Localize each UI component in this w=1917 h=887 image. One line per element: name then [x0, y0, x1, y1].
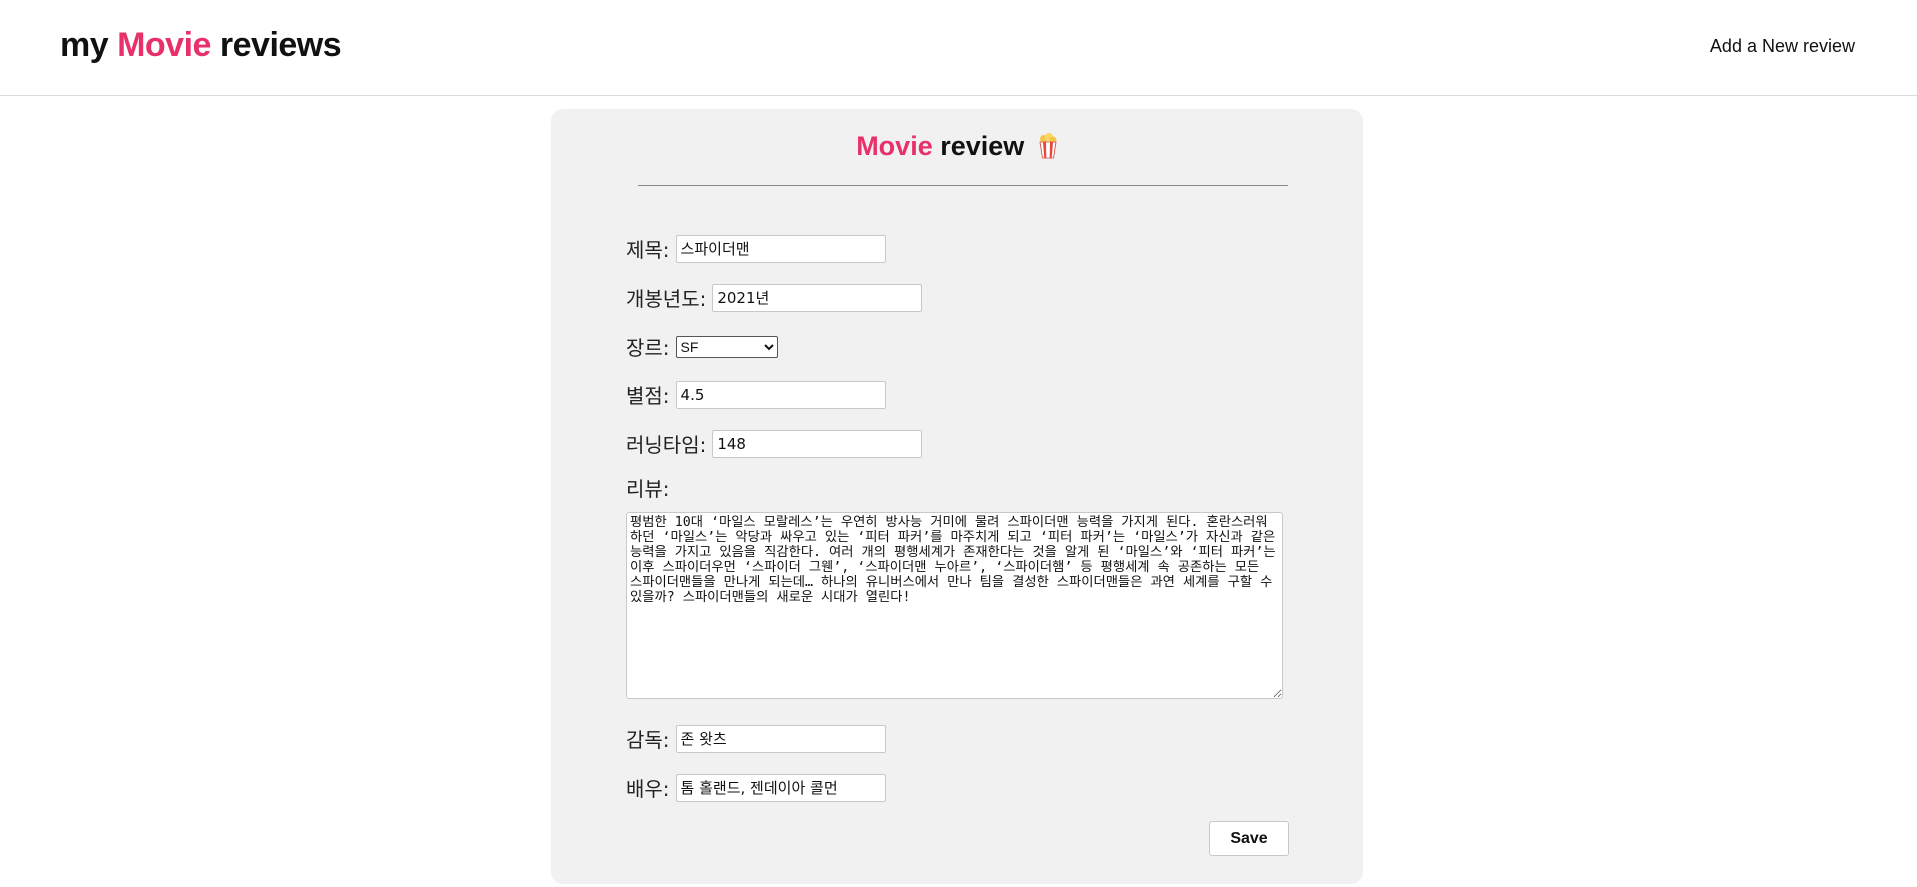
site-logo[interactable]: my Movie reviews [60, 26, 342, 65]
save-button[interactable]: Save [1209, 821, 1289, 856]
genre-select[interactable]: SF [675, 335, 778, 358]
genre-row: 장르: SF [626, 332, 778, 361]
card-title-rest: review [940, 131, 1025, 161]
popcorn-icon [1038, 133, 1058, 166]
rating-input[interactable] [675, 380, 886, 409]
card-title: Movie review [551, 131, 1363, 166]
add-new-review-link[interactable]: Add a New review [1710, 36, 1855, 57]
director-row: 감독: [626, 724, 886, 753]
genre-label: 장르: [626, 336, 670, 360]
actors-row: 배우: [626, 773, 886, 802]
title-input[interactable] [675, 234, 886, 263]
review-textarea[interactable]: 평범한 10대 ‘마일스 모랄레스’는 우연히 방사능 거미에 물려 스파이더맨… [626, 512, 1283, 699]
runtime-input[interactable] [712, 429, 923, 458]
runtime-row: 러닝타임: [626, 429, 923, 458]
year-row: 개봉년도: [626, 283, 923, 312]
actors-label: 배우: [626, 777, 670, 801]
year-label: 개봉년도: [626, 287, 707, 311]
card-title-accent: Movie [856, 131, 933, 161]
director-label: 감독: [626, 728, 670, 752]
logo-prefix: my [60, 26, 109, 64]
year-input[interactable] [712, 283, 923, 312]
runtime-label: 러닝타임: [626, 433, 707, 457]
title-divider [638, 185, 1288, 186]
logo-accent: Movie [117, 26, 211, 64]
actors-input[interactable] [675, 773, 886, 802]
director-input[interactable] [675, 724, 886, 753]
logo-suffix: reviews [219, 26, 342, 64]
rating-label: 별점: [626, 384, 670, 408]
title-label: 제목: [626, 238, 670, 262]
review-form-card: Movie review 제목: 개봉년도: 장르: SF 별점: [551, 109, 1363, 884]
title-row: 제목: [626, 234, 886, 263]
review-label: 리뷰: [626, 477, 670, 501]
top-header: my Movie reviews Add a New review [0, 0, 1917, 96]
rating-row: 별점: [626, 380, 886, 409]
